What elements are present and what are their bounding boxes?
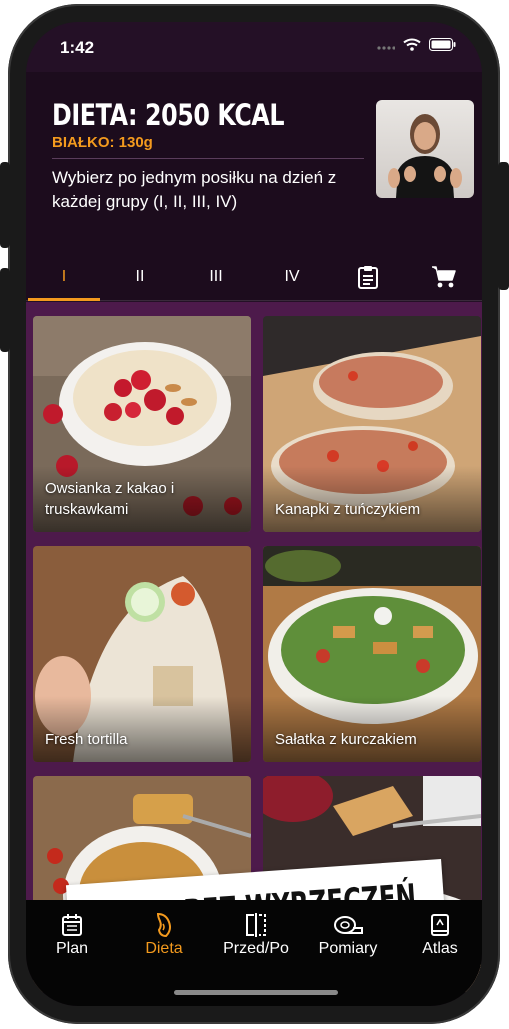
tab-shopping-list[interactable] <box>330 254 406 300</box>
status-time: 1:42 <box>60 38 95 57</box>
meal-card[interactable]: Fresh tortilla <box>33 546 251 762</box>
power-button <box>498 162 509 290</box>
meal-card[interactable]: Kanapki z tuńczykiem <box>263 316 481 532</box>
atlas-icon <box>431 914 449 936</box>
trainer-video-thumbnail[interactable] <box>376 100 474 198</box>
measure-tape-icon <box>334 916 363 934</box>
trainer-image <box>388 114 462 198</box>
compare-icon <box>246 913 266 937</box>
clipboard-icon <box>358 266 378 289</box>
meal-name: Kanapki z tuńczykiem <box>275 501 421 518</box>
wifi-icon <box>403 38 421 51</box>
nav-atlas[interactable]: Atlas <box>400 912 480 958</box>
tab-label: III <box>209 268 223 285</box>
battery-icon <box>429 38 456 51</box>
home-indicator[interactable] <box>174 990 338 995</box>
tab-label: II <box>135 268 145 285</box>
meal-card[interactable]: Sałatka z kurczakiem <box>263 546 481 762</box>
meal-grid: Owsianka z kakao i truskawkami Kanapki z… <box>26 302 482 992</box>
nav-label: Dieta <box>145 940 183 957</box>
meal-group-tabs: I II III IV <box>26 254 482 301</box>
nav-label: Pomiary <box>318 940 378 957</box>
meal-card[interactable]: Owsianka z kakao i truskawkami <box>33 316 251 532</box>
tab-label: I <box>61 268 67 285</box>
cart-icon <box>432 266 456 288</box>
nav-label: Przed/Po <box>223 940 289 957</box>
status-icons <box>377 38 456 51</box>
tab-group-2[interactable]: II <box>102 254 178 300</box>
nav-plan[interactable]: Plan <box>32 912 112 958</box>
calendar-icon <box>62 914 82 936</box>
meal-name: Owsianka z kakao i truskawkami <box>45 480 175 518</box>
meal-name: Fresh tortilla <box>45 731 128 748</box>
header-divider <box>52 158 364 159</box>
tab-label: IV <box>284 268 300 285</box>
tab-group-1[interactable]: I <box>26 254 102 301</box>
food-icon <box>156 912 171 938</box>
nav-przed-po[interactable]: Przed/Po <box>216 912 296 958</box>
diet-instructions: Wybierz po jednym posiłku na dzień z każ… <box>52 168 337 211</box>
nav-pomiary[interactable]: Pomiary <box>308 912 388 958</box>
app-screen: 1:42 DIETA: 2050 KCAL BIAŁKO: 130g Wybie… <box>26 22 482 1006</box>
protein-label: BIAŁKO: 130g <box>52 134 153 151</box>
tab-group-3[interactable]: III <box>178 254 254 300</box>
status-bar: 1:42 <box>26 22 482 72</box>
nav-label: Atlas <box>422 940 458 957</box>
tab-group-4[interactable]: IV <box>254 254 330 300</box>
volume-down-button <box>0 268 10 352</box>
nav-dieta[interactable]: Dieta <box>124 912 204 958</box>
volume-up-button <box>0 162 10 248</box>
diet-header: DIETA: 2050 KCAL BIAŁKO: 130g Wybierz po… <box>26 72 482 254</box>
tab-cart[interactable] <box>406 254 482 300</box>
nav-label: Plan <box>55 940 89 957</box>
meal-name: Sałatka z kurczakiem <box>275 731 417 748</box>
diet-title: DIETA: 2050 KCAL <box>52 98 285 132</box>
signal-icon <box>377 45 395 50</box>
